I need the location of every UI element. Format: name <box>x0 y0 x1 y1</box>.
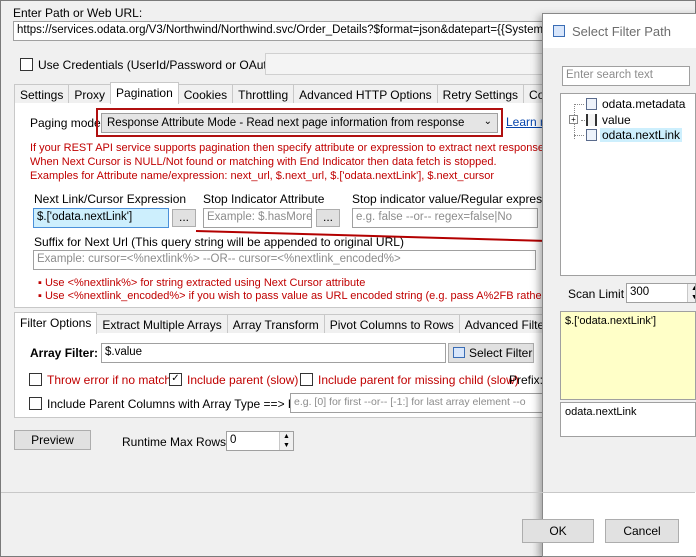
tree-item-label: value <box>602 113 631 127</box>
array-icon <box>586 114 597 126</box>
cancel-button[interactable]: Cancel <box>605 519 679 543</box>
tab-filter-options[interactable]: Filter Options <box>14 312 98 334</box>
tree-guide <box>574 135 584 136</box>
footer-separator <box>1 492 695 493</box>
arrow-line <box>195 230 549 242</box>
selected-path-box: odata.nextLink <box>560 402 696 437</box>
scan-limit-spinner[interactable]: ▲▼ <box>687 284 695 302</box>
filter-tree[interactable]: odata.metadata + value odata.nextLink <box>560 93 696 276</box>
property-icon <box>586 129 597 141</box>
dialog-app-icon <box>553 25 565 37</box>
dialog-search-input[interactable]: Enter search text <box>562 66 690 86</box>
dialog-titlebar: Select Filter Path <box>543 14 696 48</box>
ok-button[interactable]: OK <box>522 519 594 543</box>
spin-up-icon: ▲ <box>688 284 695 293</box>
expression-box[interactable]: $.['odata.nextLink'] <box>560 311 696 400</box>
scan-limit-value: 300 <box>630 286 650 298</box>
tree-item-metadata[interactable]: odata.metadata <box>586 97 685 111</box>
expand-icon[interactable]: + <box>569 115 578 124</box>
tree-item-nextlink[interactable]: odata.nextLink <box>586 128 686 142</box>
spin-down-icon: ▼ <box>688 293 695 302</box>
tree-item-value[interactable]: value <box>586 113 631 127</box>
tab-pagination[interactable]: Pagination <box>110 82 179 104</box>
tree-guide <box>574 104 584 105</box>
dialog-title: Select Filter Path <box>572 24 671 39</box>
scan-limit-input[interactable]: 300 ▲▼ <box>626 283 696 303</box>
scan-limit-label: Scan Limit <box>568 287 625 301</box>
tree-item-label: odata.metadata <box>602 97 686 111</box>
property-icon <box>586 98 597 110</box>
tree-item-label: odata.nextLink <box>600 128 683 142</box>
